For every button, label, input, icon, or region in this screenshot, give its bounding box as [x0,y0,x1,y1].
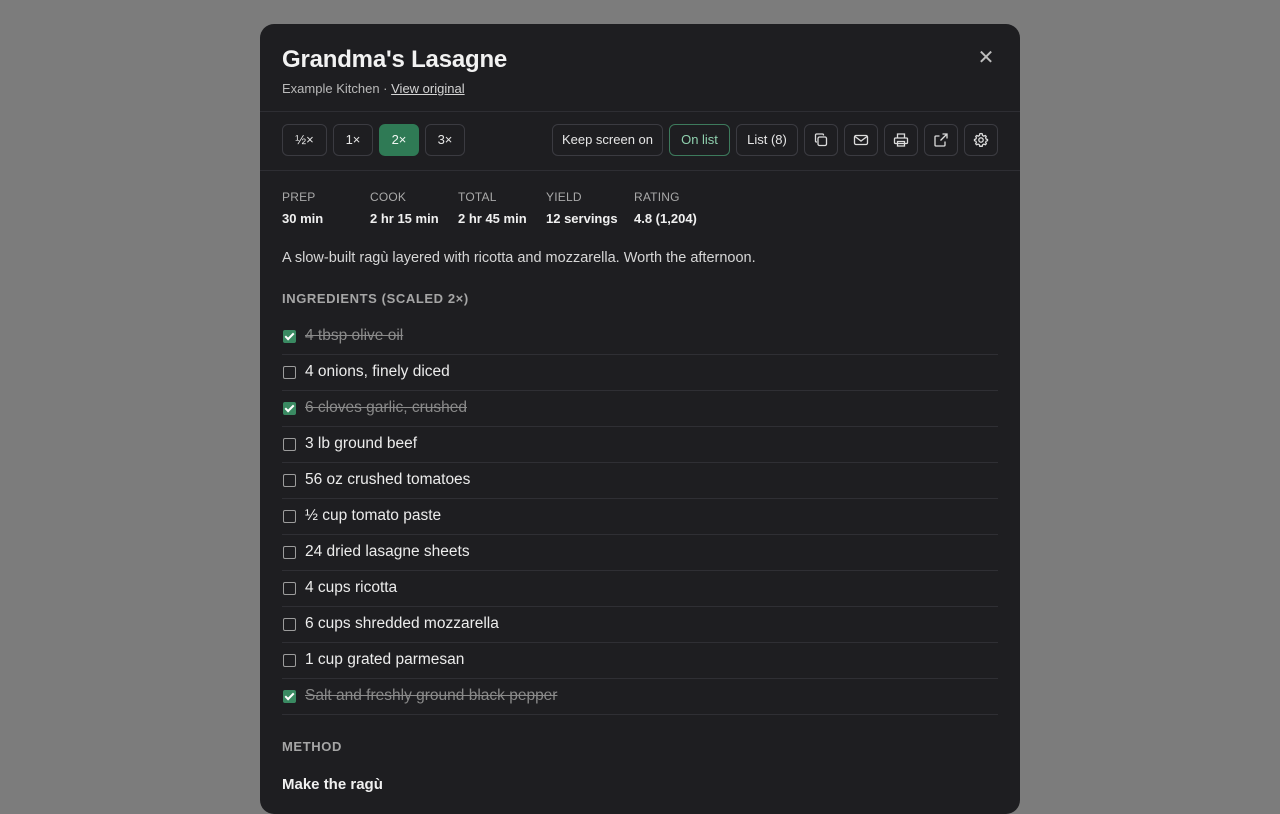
ingredient-row: 4 onions, finely diced [282,355,998,391]
ingredient-checkbox[interactable] [283,546,296,559]
copy-icon [814,133,828,147]
settings-button[interactable] [964,124,998,156]
ingredient-text[interactable]: ½ cup tomato paste [305,507,441,525]
on-list-button[interactable]: On list [669,124,730,156]
meta-prep: PREP 30 min [282,190,323,226]
scale-3x-button[interactable]: 3× [425,124,465,156]
gear-icon [973,132,989,147]
meta-value: 2 hr 15 min [370,211,439,226]
meta-label: YIELD [546,190,582,204]
scale-2x-button[interactable]: 2× [379,124,419,156]
toolbar: ½× 1× 2× 3× Keep screen on On list List … [260,112,1020,171]
ingredient-row: 6 cups shredded mozzarella [282,607,998,643]
meta-value: 2 hr 45 min [458,211,527,226]
ingredient-text[interactable]: 6 cloves garlic, crushed [305,399,467,417]
ingredient-row: 24 dried lasagne sheets [282,535,998,571]
view-original-link[interactable]: View original [391,81,464,96]
ingredient-text[interactable]: 6 cups shredded mozzarella [305,615,499,633]
meta-value: 4.8 (1,204) [634,211,697,226]
ingredient-text[interactable]: 1 cup grated parmesan [305,651,464,669]
open-external-button[interactable] [924,124,958,156]
modal-header: Grandma's Lasagne Example Kitchen · View… [260,24,1020,112]
ingredients-heading: INGREDIENTS (SCALED 2×) [282,291,469,306]
meta-value: 30 min [282,211,324,226]
ingredient-checkbox[interactable] [283,618,296,631]
meta-value: 12 servings [546,211,618,226]
ingredient-checkbox[interactable] [283,474,296,487]
ingredient-row: ½ cup tomato paste [282,499,998,535]
ingredient-text[interactable]: Salt and freshly ground black pepper [305,687,557,705]
ingredient-checkbox[interactable] [283,690,296,703]
copy-button[interactable] [804,124,838,156]
ingredient-checkbox[interactable] [283,582,296,595]
recipe-description: A slow-built ragù layered with ricotta a… [282,250,756,266]
meta-label: RATING [634,190,680,204]
external-link-icon [934,133,948,147]
ingredient-checkbox[interactable] [283,330,296,343]
ingredient-checkbox[interactable] [283,438,296,451]
ingredient-checkbox[interactable] [283,402,296,415]
ingredient-row: 4 cups ricotta [282,571,998,607]
ingredient-row: 1 cup grated parmesan [282,643,998,679]
ingredient-row: 3 lb ground beef [282,427,998,463]
ingredient-row: 6 cloves garlic, crushed [282,391,998,427]
recipe-modal: Grandma's Lasagne Example Kitchen · View… [260,24,1020,814]
ingredient-checkbox[interactable] [283,510,296,523]
meta-rating: RATING 4.8 (1,204) [634,190,697,226]
meta-total: TOTAL 2 hr 45 min [458,190,527,226]
method-heading: METHOD [282,739,342,754]
print-button[interactable] [884,124,918,156]
list-button[interactable]: List (8) [736,124,798,156]
ingredient-row: 4 tbsp olive oil [282,319,998,355]
ingredient-checkbox[interactable] [283,366,296,379]
print-icon [893,133,909,147]
ingredient-text[interactable]: 3 lb ground beef [305,435,417,453]
mail-icon [853,134,869,146]
keep-screen-on-button[interactable]: Keep screen on [552,124,663,156]
source-separator: · [379,81,392,96]
ingredient-text[interactable]: 24 dried lasagne sheets [305,543,470,561]
scale-half-button[interactable]: ½× [282,124,327,156]
ingredient-row: Salt and freshly ground black pepper [282,679,998,715]
meta-label: TOTAL [458,190,497,204]
meta-label: PREP [282,190,316,204]
ingredient-row: 56 oz crushed tomatoes [282,463,998,499]
method-step-title: Make the ragù [282,776,383,793]
meta-yield: YIELD 12 servings [546,190,618,226]
ingredient-text[interactable]: 4 onions, finely diced [305,363,450,381]
ingredient-text[interactable]: 4 cups ricotta [305,579,397,597]
ingredient-list: 4 tbsp olive oil 4 onions, finely diced … [282,319,998,715]
ingredient-checkbox[interactable] [283,654,296,667]
meta-label: COOK [370,190,407,204]
ingredient-text[interactable]: 4 tbsp olive oil [305,327,403,345]
scale-1x-button[interactable]: 1× [333,124,373,156]
recipe-title: Grandma's Lasagne [282,46,508,73]
ingredient-text[interactable]: 56 oz crushed tomatoes [305,471,470,489]
recipe-source: Example Kitchen [282,81,380,96]
recipe-source-line: Example Kitchen · View original [282,81,998,96]
close-icon[interactable]: ✕ [974,46,998,70]
email-button[interactable] [844,124,878,156]
meta-cook: COOK 2 hr 15 min [370,190,439,226]
